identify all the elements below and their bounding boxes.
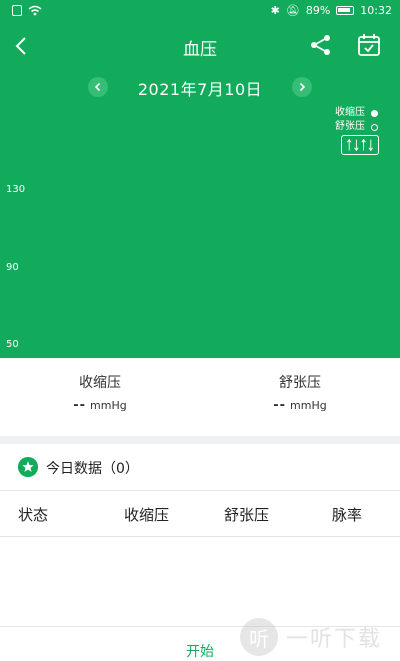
chart-panel: ✱ 🔕︎ 89% 10:32 血压 2021年7月10日 收缩压 舒张压 130… [0, 0, 400, 358]
summary-panel: 收缩压 -- mmHg 舒张压 -- mmHg [0, 358, 400, 436]
calendar-icon[interactable] [356, 32, 382, 58]
page-title: 血压 [183, 40, 217, 60]
bluetooth-icon: ✱ [270, 4, 280, 17]
notification-icon [12, 5, 22, 16]
battery-percent: 89% [305, 4, 331, 17]
y-tick-label: 50 [6, 339, 19, 350]
diastolic-summary: 舒张压 -- mmHg [200, 372, 400, 413]
section-divider [0, 436, 400, 444]
systolic-summary: 收缩压 -- mmHg [0, 372, 200, 413]
legend-systolic-label: 收缩压 [335, 107, 365, 118]
status-bar: ✱ 🔕︎ 89% 10:32 [0, 0, 400, 22]
date-navigator: 2021年7月10日 [0, 74, 400, 100]
legend-systolic: 收缩压 [335, 106, 378, 120]
today-data-header: 今日数据（0） [0, 444, 400, 491]
column-diastolic: 舒张压 [224, 506, 270, 524]
share-icon[interactable] [308, 32, 334, 58]
column-status: 状态 [18, 506, 49, 524]
systolic-value-row: -- mmHg [0, 398, 200, 413]
column-systolic: 收缩压 [124, 506, 170, 524]
y-tick-label: 130 [6, 184, 26, 195]
star-icon [18, 457, 38, 477]
watermark-logo: 听 [240, 618, 278, 656]
diastolic-unit: mmHg [290, 399, 327, 412]
column-pulse: 脉率 [332, 506, 363, 524]
today-data-label: 今日数据（0） [46, 461, 139, 477]
chart-toggle-icon[interactable] [341, 135, 379, 155]
systolic-dot-icon [371, 109, 378, 117]
systolic-unit: mmHg [90, 399, 127, 412]
chart-legend: 收缩压 舒张压 [335, 106, 378, 134]
nav-bar: 血压 [0, 26, 400, 66]
legend-diastolic-label: 舒张压 [335, 121, 365, 132]
diastolic-dot-icon [371, 123, 378, 131]
watermark-text: 一听下载 [286, 627, 383, 652]
systolic-value: -- [73, 398, 87, 413]
y-tick-label: 90 [6, 262, 19, 273]
diastolic-value-row: -- mmHg [200, 398, 400, 413]
battery-icon [336, 6, 355, 15]
next-day-button[interactable] [292, 77, 312, 97]
legend-diastolic: 舒张压 [335, 120, 378, 134]
systolic-label: 收缩压 [79, 375, 121, 391]
diastolic-value: -- [273, 398, 287, 413]
table-header: 状态 收缩压 舒张压 脉率 [0, 490, 400, 537]
chevron-right-icon [299, 82, 306, 92]
wifi-icon [28, 5, 42, 16]
clock: 10:32 [360, 4, 392, 17]
watermark: 听 一听下载 [240, 618, 382, 656]
diastolic-label: 舒张压 [279, 375, 321, 391]
current-date: 2021年7月10日 [137, 80, 263, 99]
mute-icon: 🔕︎ [285, 4, 300, 17]
